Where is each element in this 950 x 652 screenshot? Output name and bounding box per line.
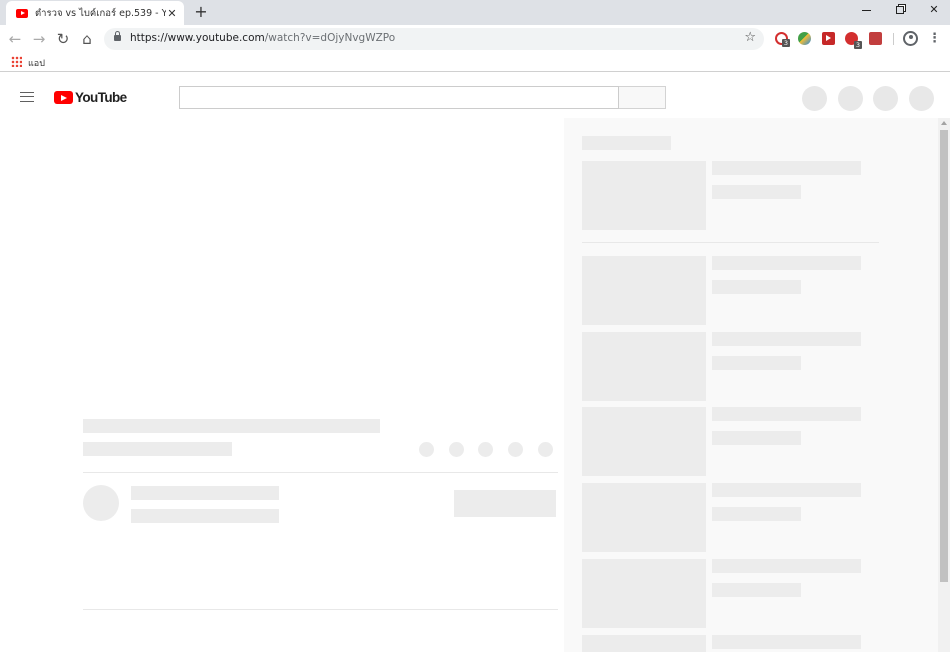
window-maximize-button[interactable]: [883, 0, 917, 22]
related-title-placeholder: [712, 332, 861, 346]
related-videos-panel: [564, 118, 950, 652]
related-title-placeholder: [712, 559, 861, 573]
related-header-placeholder: [582, 136, 671, 150]
youtube-logo-text: YouTube: [75, 90, 127, 105]
header-action-placeholder[interactable]: [873, 86, 898, 111]
related-divider: [582, 242, 879, 243]
new-tab-button[interactable]: +: [193, 3, 209, 21]
profile-icon[interactable]: [903, 31, 918, 46]
watch-page: [0, 118, 950, 652]
related-meta-placeholder: [712, 583, 801, 597]
related-title-placeholder: [712, 161, 861, 175]
lock-icon[interactable]: [114, 31, 121, 41]
window-minimize-button[interactable]: [849, 0, 883, 22]
page-scrollbar-thumb[interactable]: [940, 130, 948, 582]
search-input[interactable]: [179, 86, 619, 109]
youtube-favicon-icon: [16, 8, 28, 18]
action-button-placeholder[interactable]: [419, 442, 434, 457]
related-thumbnail-placeholder[interactable]: [582, 483, 706, 552]
video-meta-placeholder: [83, 442, 232, 456]
related-meta-placeholder: [712, 185, 801, 199]
globe-extension-icon[interactable]: [798, 32, 811, 45]
related-thumbnail-placeholder[interactable]: [582, 407, 706, 476]
related-thumbnail-placeholder[interactable]: [582, 256, 706, 325]
description-divider: [83, 609, 558, 610]
apps-shortcut[interactable]: แอป: [28, 56, 45, 70]
browser-menu-icon[interactable]: ⋮: [928, 30, 941, 48]
back-button[interactable]: ←: [6, 30, 24, 48]
related-thumbnail-placeholder[interactable]: [582, 161, 706, 230]
related-meta-placeholder: [712, 507, 801, 521]
home-button[interactable]: ⌂: [78, 30, 96, 48]
action-button-placeholder[interactable]: [538, 442, 553, 457]
related-title-placeholder: [712, 483, 861, 497]
minimize-icon: [861, 9, 871, 11]
related-title-placeholder: [712, 407, 861, 421]
url-text[interactable]: https://www.youtube.com/watch?v=dOjyNvgW…: [130, 32, 395, 44]
hamburger-menu-icon[interactable]: [20, 92, 34, 102]
scroll-up-arrow-icon[interactable]: [939, 121, 949, 127]
channel-name-placeholder: [131, 486, 279, 500]
header-action-placeholder[interactable]: [802, 86, 827, 111]
related-thumbnail-placeholder[interactable]: [582, 332, 706, 401]
channel-subs-placeholder: [131, 509, 279, 523]
related-meta-placeholder: [712, 431, 801, 445]
window-close-button[interactable]: ✕: [917, 0, 950, 22]
action-button-placeholder[interactable]: [508, 442, 523, 457]
browser-tab[interactable]: ตำรวจ vs ไบค์เกอร์ ep.539 - YouTube ✕: [6, 1, 184, 25]
extension-badge: 3: [782, 39, 790, 47]
restore-icon: [896, 6, 904, 14]
pdf-icon[interactable]: [869, 32, 882, 45]
tab-close-icon[interactable]: ✕: [166, 7, 178, 20]
video-downloader-icon[interactable]: [822, 32, 835, 45]
related-thumbnail-placeholder[interactable]: [582, 635, 706, 652]
url-host: https://www.youtube.com: [130, 32, 265, 44]
primary-divider: [83, 472, 558, 473]
related-meta-placeholder: [712, 280, 801, 294]
browser-tab-strip: ตำรวจ vs ไบค์เกอร์ ep.539 - YouTube ✕ + …: [0, 0, 950, 25]
youtube-header: YouTube: [0, 77, 950, 118]
header-action-placeholder[interactable]: [838, 86, 863, 111]
url-path: /watch?v=dOjyNvgWZPo: [264, 32, 396, 44]
adblock-icon[interactable]: 3: [845, 32, 862, 49]
action-button-placeholder[interactable]: [449, 442, 464, 457]
related-title-placeholder: [712, 635, 861, 649]
player-placeholder[interactable]: [0, 118, 560, 408]
action-button-placeholder[interactable]: [478, 442, 493, 457]
address-bar[interactable]: https://www.youtube.com/watch?v=dOjyNvgW…: [104, 28, 764, 50]
extension-badge: 3: [854, 41, 862, 49]
tab-title: ตำรวจ vs ไบค์เกอร์ ep.539 - YouTube: [35, 7, 166, 19]
related-thumbnail-placeholder[interactable]: [582, 559, 706, 628]
search-button[interactable]: [619, 86, 666, 109]
subscribe-button-placeholder[interactable]: [454, 490, 556, 517]
reload-button[interactable]: ↻: [54, 30, 72, 48]
bookmark-star-icon[interactable]: ☆: [744, 30, 756, 45]
related-title-placeholder: [712, 256, 861, 270]
forward-button[interactable]: →: [30, 30, 48, 48]
apps-grid-icon[interactable]: [11, 56, 22, 67]
related-meta-placeholder: [712, 356, 801, 370]
bookmarks-bar: แอป: [0, 53, 950, 72]
youtube-play-icon: [54, 91, 73, 104]
opera-extension-icon[interactable]: 3: [775, 32, 790, 47]
youtube-logo[interactable]: YouTube: [54, 90, 127, 105]
channel-avatar-placeholder[interactable]: [83, 485, 119, 521]
browser-toolbar: ← → ↻ ⌂ https://www.youtube.com/watch?v=…: [0, 25, 950, 53]
toolbar-divider: [893, 33, 894, 45]
video-title-placeholder: [83, 419, 380, 433]
avatar-placeholder[interactable]: [909, 86, 934, 111]
